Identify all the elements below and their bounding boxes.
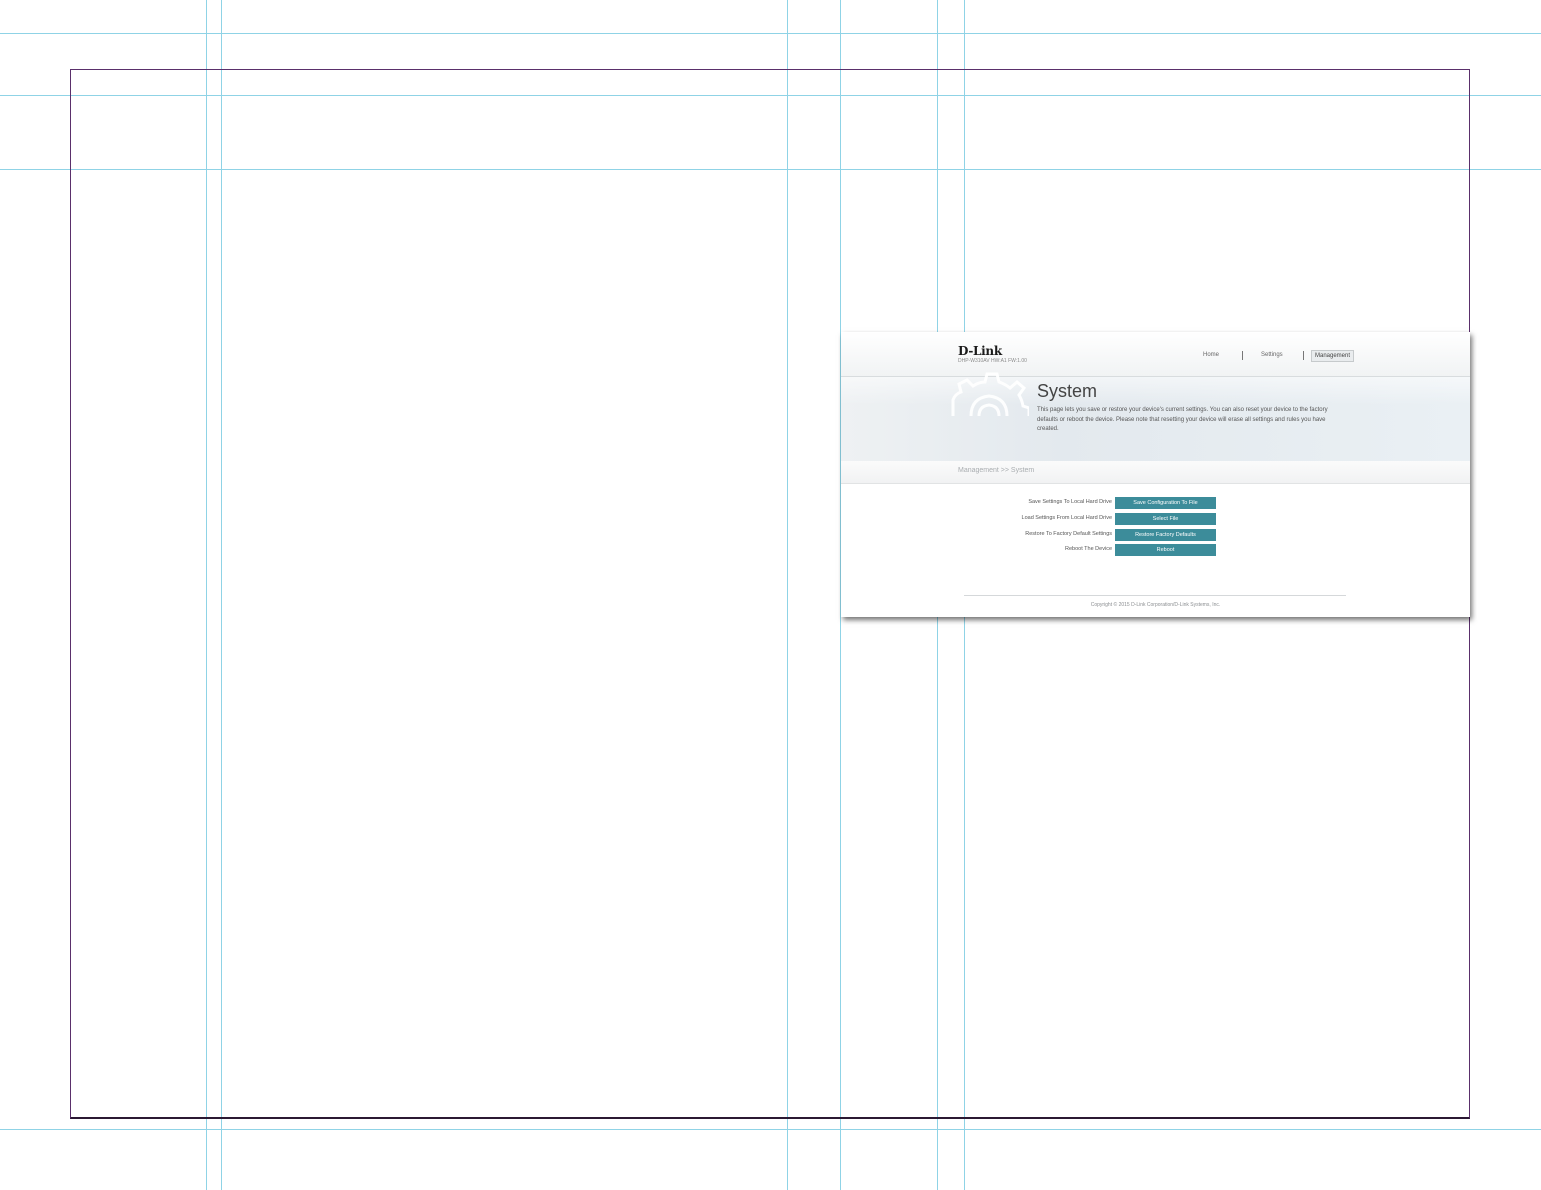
page-description: This page lets you save or restore your … bbox=[1037, 407, 1328, 432]
save-configuration-button[interactable]: Save Configuration To File bbox=[1115, 497, 1216, 509]
save-settings-label: Save Settings To Local Hard Drive bbox=[1028, 499, 1112, 505]
nav-home[interactable]: Home bbox=[1203, 352, 1219, 358]
guide-line bbox=[0, 1129, 1541, 1130]
page-title: System bbox=[1037, 381, 1098, 401]
restore-defaults-label: Restore To Factory Default Settings bbox=[1025, 531, 1112, 537]
load-settings-label: Load Settings From Local Hard Drive bbox=[1021, 515, 1112, 521]
nav-separator bbox=[1242, 351, 1243, 360]
breadcrumb: Management >> System bbox=[958, 467, 1035, 474]
nav-separator bbox=[1303, 351, 1304, 360]
system-page-screenshot: D-Link DHP-W310AV HW:A1 FW:1.00 Home Set… bbox=[841, 332, 1470, 617]
copyright-text: Copyright © 2015 D-Link Corporation/D-Li… bbox=[1090, 602, 1221, 608]
gear-icon bbox=[951, 372, 1029, 416]
reboot-label: Reboot The Device bbox=[1065, 546, 1112, 552]
nav-management[interactable]: Management bbox=[1311, 350, 1355, 362]
top-header: D-Link DHP-W310AV HW:A1 FW:1.00 Home Set… bbox=[841, 332, 1470, 377]
breadcrumb-bar bbox=[841, 461, 1470, 484]
restore-factory-defaults-button[interactable]: Restore Factory Defaults bbox=[1115, 529, 1216, 541]
select-file-button[interactable]: Select File bbox=[1115, 513, 1216, 525]
guide-line bbox=[0, 33, 1541, 34]
nav-settings[interactable]: Settings bbox=[1261, 352, 1283, 358]
footer-divider bbox=[964, 595, 1346, 596]
reboot-button[interactable]: Reboot bbox=[1115, 544, 1216, 556]
